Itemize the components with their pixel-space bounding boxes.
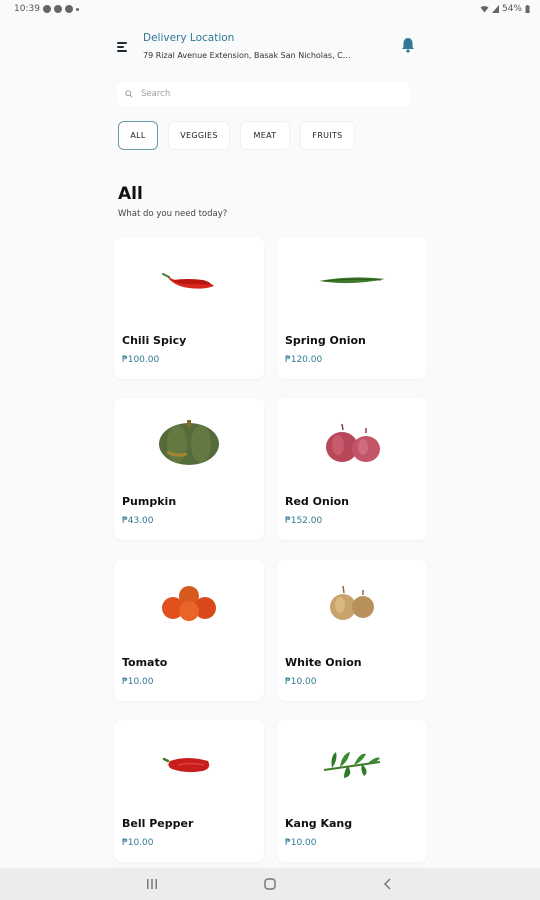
product-card[interactable]: Tomato ₱10.00	[114, 559, 264, 701]
delivery-location-title[interactable]: Delivery Location	[143, 32, 234, 44]
spring-onion-icon	[277, 251, 427, 311]
product-card[interactable]: Spring Onion ₱120.00	[277, 237, 427, 379]
product-price: ₱10.00	[122, 838, 154, 848]
status-time: 10:39	[14, 4, 40, 14]
signal-icon	[491, 5, 499, 13]
search-bar[interactable]	[117, 82, 410, 106]
tab-all[interactable]: ALL	[118, 121, 158, 150]
product-card[interactable]: Chili Spicy ₱100.00	[114, 237, 264, 379]
product-name: Bell Pepper	[122, 817, 194, 830]
kangkong-icon	[277, 734, 427, 794]
product-price: ₱10.00	[285, 838, 317, 848]
menu-icon[interactable]	[117, 42, 129, 52]
notification-bell-icon[interactable]	[401, 37, 415, 53]
notification-icon	[53, 5, 62, 13]
product-price: ₱120.00	[285, 355, 323, 365]
product-name: Kang Kang	[285, 817, 353, 830]
pumpkin-icon	[114, 412, 264, 472]
section-subtitle: What do you need today?	[118, 209, 228, 219]
tab-fruits[interactable]: FRUITS	[300, 121, 355, 150]
notification-icon	[42, 5, 51, 13]
home-icon[interactable]	[262, 876, 278, 892]
tab-meat[interactable]: MEAT	[240, 121, 290, 150]
recent-apps-icon[interactable]	[144, 876, 160, 892]
product-card[interactable]: Kang Kang ₱10.00	[277, 720, 427, 862]
search-icon	[125, 90, 133, 98]
system-navigation-bar	[0, 868, 540, 900]
app-header: Delivery Location 79 Rizal Avenue Extens…	[113, 28, 423, 70]
product-name: Spring Onion	[285, 334, 366, 347]
battery-percent: 54%	[501, 4, 522, 14]
category-tabs: ALL VEGGIES MEAT FRUITS	[118, 121, 355, 150]
product-name: Chili Spicy	[122, 334, 187, 347]
product-name: White Onion	[285, 656, 362, 669]
bell-pepper-icon	[114, 734, 264, 794]
search-input[interactable]	[141, 89, 381, 99]
back-icon[interactable]	[380, 876, 396, 892]
product-card[interactable]: Pumpkin ₱43.00	[114, 398, 264, 540]
product-name: Pumpkin	[122, 495, 177, 508]
tomato-icon	[114, 573, 264, 633]
wifi-icon	[480, 6, 489, 13]
white-onion-icon	[277, 573, 427, 633]
more-notifications-icon	[75, 7, 79, 11]
product-price: ₱152.00	[285, 516, 323, 526]
messenger-icon	[64, 5, 73, 13]
product-card[interactable]: Bell Pepper ₱10.00	[114, 720, 264, 862]
delivery-address[interactable]: 79 Rizal Avenue Extension, Basak San Nic…	[143, 51, 379, 60]
product-price: ₱10.00	[285, 677, 317, 687]
product-card[interactable]: Red Onion ₱152.00	[277, 398, 427, 540]
product-name: Tomato	[122, 656, 168, 669]
chili-icon	[114, 251, 264, 311]
battery-icon	[525, 5, 530, 13]
red-onion-icon	[277, 412, 427, 472]
product-price: ₱10.00	[122, 677, 154, 687]
product-price: ₱100.00	[122, 355, 160, 365]
product-grid: Chili Spicy ₱100.00 Spring Onion ₱120.00…	[114, 237, 428, 862]
status-bar: 10:39 54%	[0, 0, 540, 18]
section-title: All	[118, 184, 143, 204]
product-name: Red Onion	[285, 495, 349, 508]
tab-veggies[interactable]: VEGGIES	[168, 121, 230, 150]
product-card[interactable]: White Onion ₱10.00	[277, 559, 427, 701]
product-price: ₱43.00	[122, 516, 154, 526]
